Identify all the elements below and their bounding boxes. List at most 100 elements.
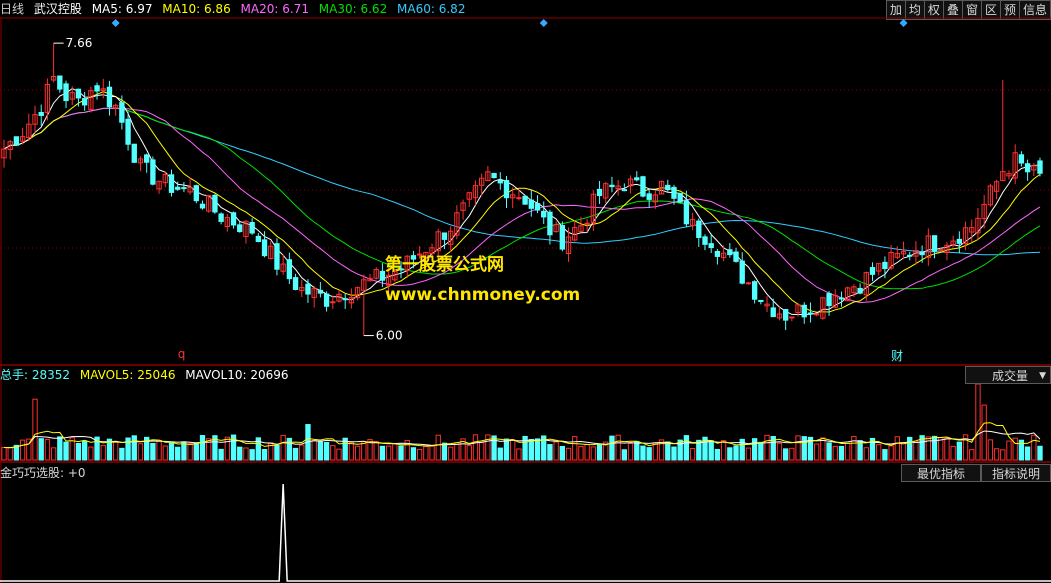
volume-bar: [913, 440, 919, 461]
volume-bar: [776, 442, 783, 461]
volume-bar: [32, 398, 38, 461]
candle-body: [230, 212, 237, 226]
candle-body: [919, 251, 925, 256]
candle-body: [931, 235, 938, 252]
volume-bar: [950, 445, 956, 461]
candle-body: [237, 224, 243, 233]
volume-bar: [218, 448, 224, 461]
candle-body: [150, 159, 156, 185]
volume-bar: [175, 446, 181, 461]
candle-body: [770, 307, 776, 318]
candle-body: [261, 239, 268, 257]
volume-bar: [224, 436, 231, 461]
volume-bar: [838, 445, 845, 461]
volume-indicator-select[interactable]: 成交量 ▼: [965, 366, 1051, 384]
volume-bar: [745, 447, 752, 461]
volume-bar: [665, 441, 671, 461]
candle-body: [609, 184, 615, 188]
volume-bar: [100, 444, 106, 461]
volume-bar: [485, 434, 491, 461]
candle-body: [646, 193, 652, 200]
volume-bar: [820, 437, 826, 461]
volume-bar: [472, 434, 479, 461]
candle-body: [528, 199, 534, 209]
volume-bar: [1000, 449, 1006, 461]
volume-bar: [416, 448, 423, 461]
volume-bar: [187, 443, 193, 461]
event-marker-icon: [111, 19, 120, 27]
volume-bar: [720, 440, 727, 461]
candle-body: [671, 186, 677, 199]
volume-bar: [931, 435, 938, 461]
volume-bar: [751, 438, 758, 461]
volume-bar: [150, 442, 156, 461]
candle-body: [274, 243, 280, 270]
candle-body: [1024, 163, 1031, 173]
volume-bar: [894, 436, 900, 461]
volume-bar: [168, 442, 175, 461]
volume-bar: [249, 449, 255, 461]
candle-body: [317, 289, 324, 294]
volume-bar: [7, 447, 13, 461]
volume-bar: [596, 444, 603, 461]
volume-bar: [503, 438, 510, 461]
candle-body: [57, 75, 63, 90]
volume-bar: [938, 437, 944, 461]
volume-bar: [671, 446, 677, 461]
candle-body: [838, 297, 845, 300]
volume-bar: [789, 447, 795, 461]
candle-body: [789, 316, 795, 319]
candle-body: [342, 298, 348, 301]
candle-body: [751, 281, 758, 300]
candle-body: [193, 185, 199, 202]
candle-body: [702, 236, 708, 245]
volume-bar: [292, 447, 299, 461]
candle-body: [683, 200, 690, 225]
candle-body: [813, 313, 820, 316]
candle-body: [106, 86, 113, 108]
volume-bar: [392, 443, 398, 461]
indicator-explain-button[interactable]: 指标说明: [981, 464, 1051, 482]
candle-body: [782, 308, 789, 321]
candle-body: [938, 249, 944, 252]
candle-body: [379, 270, 386, 281]
candle-body: [696, 220, 702, 238]
volume-bar: [156, 439, 162, 461]
volume-bar: [237, 446, 243, 461]
volume-bar: [851, 435, 857, 461]
volume-bar: [876, 444, 882, 461]
volume-bar: [423, 446, 429, 461]
indicator-header: 金巧巧选股: +0: [0, 464, 92, 482]
volume-bar: [88, 446, 94, 461]
volume-bar: [348, 441, 355, 461]
high-label: 7.66: [66, 36, 93, 50]
volume-bar: [956, 441, 963, 461]
candle-body: [516, 197, 522, 200]
candle-body: [63, 83, 69, 102]
candle-body: [38, 112, 44, 116]
volume-bar: [764, 434, 770, 461]
candle-body: [584, 222, 590, 225]
volume-bar: [534, 438, 541, 461]
candle-body: [547, 211, 553, 236]
candle-body: [739, 260, 745, 284]
volume-bar: [584, 444, 590, 461]
volume-bar: [491, 435, 497, 461]
volume-bar: [559, 445, 565, 461]
candle-body: [491, 172, 497, 179]
candle-body: [13, 136, 20, 146]
volume-bar: [1006, 440, 1012, 461]
volume-bar: [38, 438, 44, 461]
volume-bar: [727, 447, 733, 461]
volume-bar: [882, 449, 888, 461]
candle-body: [708, 243, 714, 249]
best-indicator-button[interactable]: 最优指标: [901, 464, 981, 482]
volume-bar: [547, 444, 553, 461]
candle-body: [81, 98, 88, 106]
volume-bar: [683, 435, 690, 461]
watermark-url: www.chnmoney.com: [385, 285, 581, 305]
ma10-line: [3, 91, 1041, 313]
event-marker-icon: [539, 19, 548, 27]
volume-bar: [137, 443, 144, 461]
candle-body: [75, 88, 82, 99]
